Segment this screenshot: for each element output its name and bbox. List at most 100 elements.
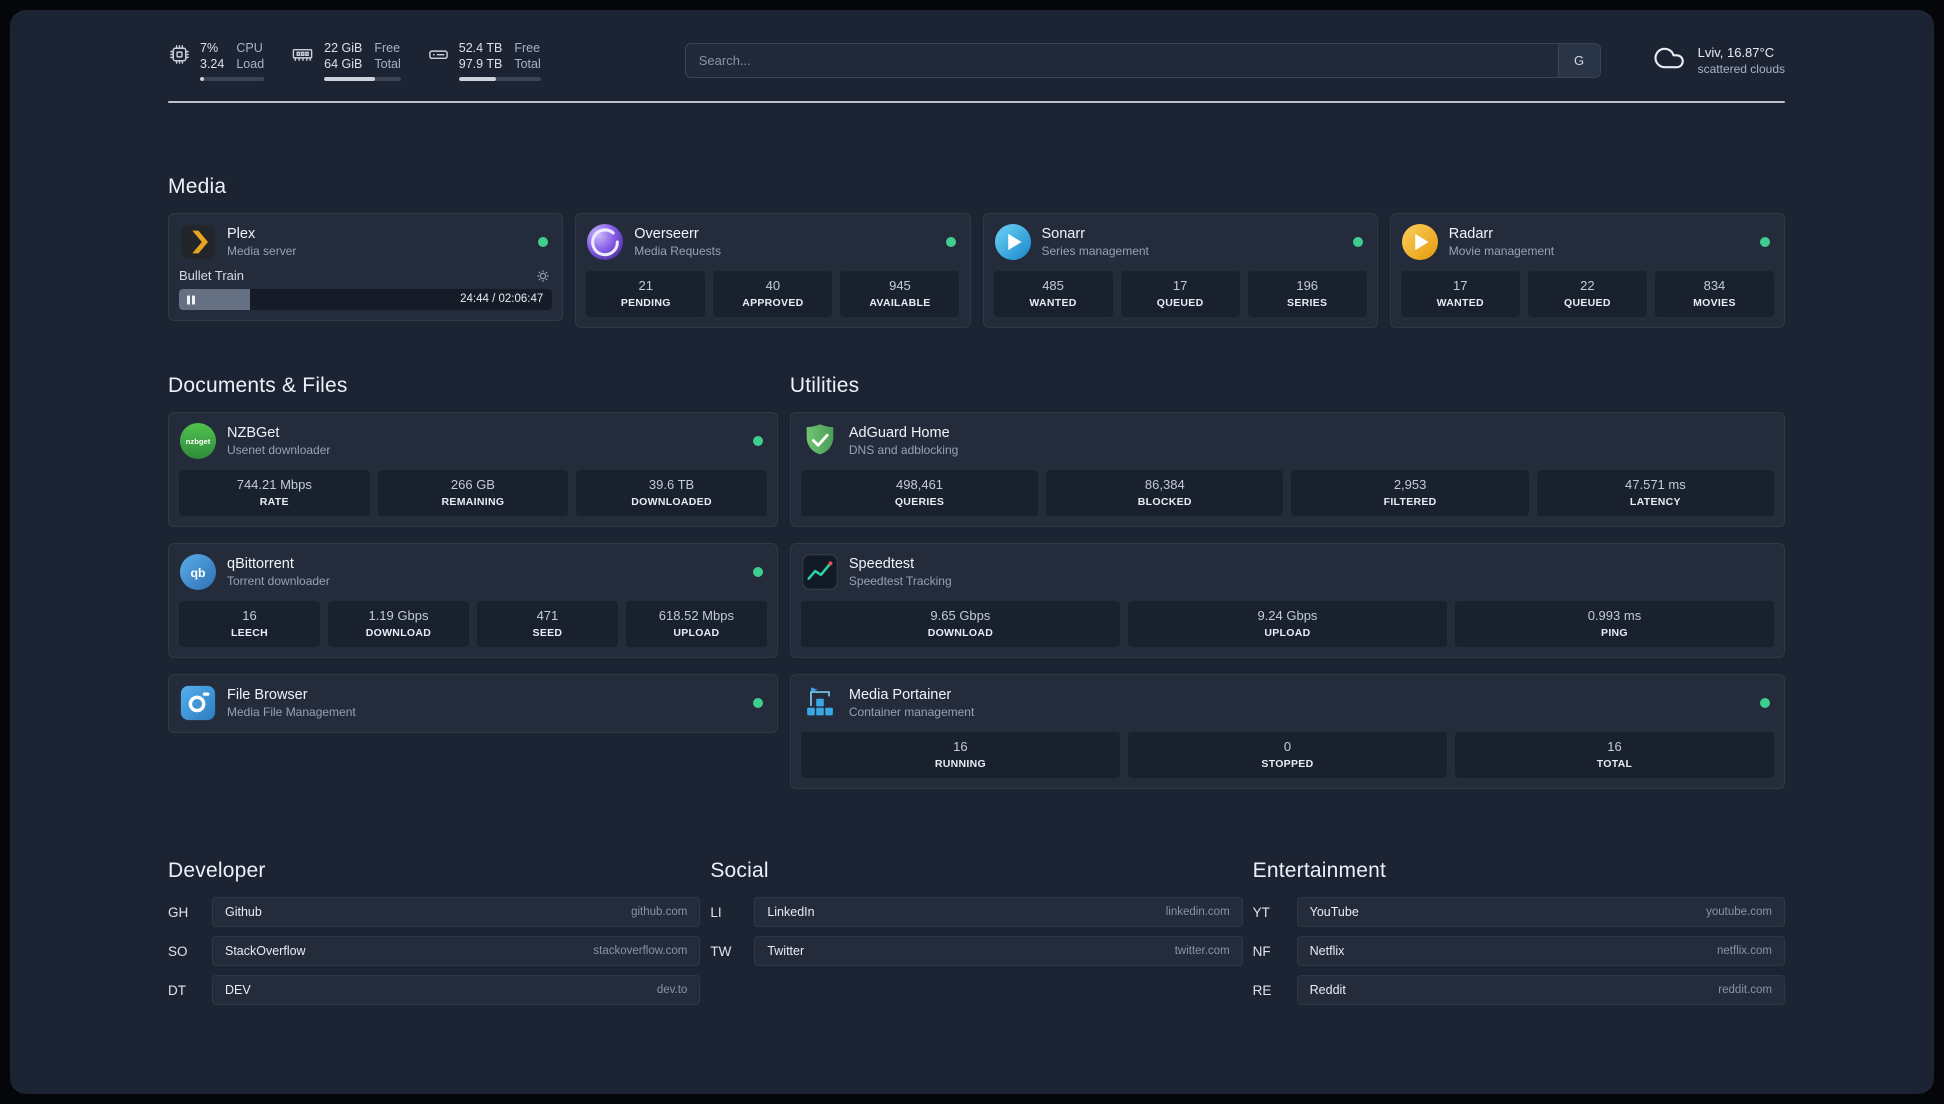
stat-box: 17 WANTED [1400,271,1520,317]
bookmark-name: StackOverflow [225,944,306,958]
service-card-adguard[interactable]: AdGuard Home DNS and adblocking 498,461 … [789,412,1785,527]
bookmark-twitter[interactable]: TW Twitter twitter.com [710,936,1243,966]
stat-value: 485 [1042,278,1064,293]
now-playing-title: Bullet Train [179,268,245,283]
service-name: AdGuard Home [848,425,950,441]
service-desc: Movie management [1448,244,1555,258]
stat-label: FILTERED [1383,496,1437,508]
disk-free-value: 52.4 TB [458,41,503,55]
stat-box: 0 STOPPED [1127,732,1447,778]
stat-box: 21 PENDING [586,271,706,317]
stat-box: 498,461 QUERIES [800,470,1039,516]
bookmark-dev[interactable]: DT DEV dev.to [168,975,701,1005]
service-card-sonarr[interactable]: Sonarr Series management 485 WANTED 17 Q… [982,213,1378,328]
service-desc: Media Requests [634,244,721,258]
stat-value: 17 [1453,278,1468,293]
stat-value: 16 [953,739,968,754]
bookmark-youtube[interactable]: YT YouTube youtube.com [1253,897,1785,927]
stat-label: STOPPED [1261,758,1314,770]
header: 7% 3.24 CPU Load 22 GiB 64 GiB Free Tota… [168,40,1785,81]
stat-box: 16 LEECH [179,601,320,647]
service-card-portainer[interactable]: Media Portainer Container management 16 … [789,674,1785,789]
stat-label: RUNNING [934,758,986,770]
stat-box: 471 SEED [476,601,618,647]
stat-value: 40 [765,278,781,293]
service-card-speedtest[interactable]: Speedtest Speedtest Tracking 9.65 Gbps D… [789,543,1785,658]
developer-section-title: Developer [168,859,266,882]
gear-icon[interactable] [536,269,550,283]
stat-value: 945 [889,278,911,293]
stat-box: 9.24 Gbps UPLOAD [1127,601,1447,647]
stat-value: 21 [638,278,654,293]
disk-icon [427,43,450,71]
service-card-plex[interactable]: Plex Media server Bullet Train 24:44 / 0… [168,213,564,321]
bookmark-abbr: TW [710,943,732,959]
service-desc: Container management [848,705,975,719]
bookmark-url: stackoverflow.com [593,945,688,957]
filebrowser-icon [179,684,217,722]
service-card-radarr[interactable]: Radarr Movie management 17 WANTED 22 QUE… [1389,213,1785,328]
search-input[interactable] [684,43,1601,78]
stat-label: UPLOAD [1264,627,1311,639]
bookmark-url: twitter.com [1174,945,1230,957]
bookmark-linkedin[interactable]: LI LinkedIn linkedin.com [710,897,1243,927]
stat-box: 16 RUNNING [800,732,1120,778]
cpu-load-label: Load [236,57,265,71]
stat-label: RATE [259,496,289,508]
pause-icon[interactable] [187,295,195,304]
bookmark-url: reddit.com [1718,984,1772,996]
cloud-icon [1651,41,1687,80]
portainer-icon [801,684,839,722]
stat-value: 9.24 Gbps [1257,608,1318,623]
sonarr-icon [994,223,1032,261]
svg-text:nzbget: nzbget [186,437,211,446]
dashboard-content: 7% 3.24 CPU Load 22 GiB 64 GiB Free Tota… [10,10,1934,1094]
stat-box: 618.52 Mbps UPLOAD [625,601,767,647]
status-online-dot [752,567,763,577]
stat-box: 485 WANTED [993,271,1113,317]
stat-label: AVAILABLE [869,297,931,309]
service-card-filebrowser[interactable]: File Browser Media File Management [168,674,778,733]
stat-value: 2,953 [1393,477,1427,492]
stat-label: QUEUED [1564,297,1611,309]
bookmark-netflix[interactable]: NF Netflix netflix.com [1253,936,1785,966]
stat-value: 9.65 Gbps [930,608,991,623]
service-card-qbittorrent[interactable]: qb qBittorrent Torrent downloader 16 LEE… [168,543,778,658]
bookmark-name: YouTube [1309,905,1359,919]
service-name: Speedtest [848,556,915,572]
service-card-overseerr[interactable]: Overseerr Media Requests 21 PENDING 40 A… [575,213,971,328]
playback-progress-bar: 24:44 / 02:06:47 [179,289,553,310]
media-section-title: Media [168,175,227,198]
bookmark-abbr: NF [1252,943,1271,959]
stat-label: WANTED [1029,297,1077,309]
stat-label: REMAINING [441,496,505,508]
stat-value: 266 GB [450,477,495,492]
documents-section-title: Documents & Files [168,374,348,397]
service-name: NZBGet [227,425,280,441]
stat-value: 834 [1703,278,1726,293]
bookmark-stackoverflow[interactable]: SO StackOverflow stackoverflow.com [168,936,701,966]
stat-label: MOVIES [1693,297,1736,309]
stat-box: 39.6 TB DOWNLOADED [576,470,767,516]
bookmark-github[interactable]: GH Github github.com [168,897,701,927]
weather-condition: scattered clouds [1697,62,1785,76]
stat-box: 1.19 Gbps DOWNLOAD [327,601,469,647]
stat-label: PENDING [620,297,671,309]
disk-free-label: Free [514,41,541,55]
service-card-nzbget[interactable]: nzbget NZBGet Usenet downloader 744.21 M… [168,412,778,527]
search-provider-button[interactable]: G [1557,44,1600,77]
stat-value: 1.19 Gbps [368,608,429,623]
service-name: Radarr [1448,226,1494,242]
stat-value: 196 [1296,278,1319,293]
memory-usage-bar [324,77,401,81]
stat-box: 0.993 ms PING [1454,601,1774,647]
stat-box: 834 MOVIES [1654,271,1774,317]
radarr-icon [1401,223,1439,261]
stat-label: BLOCKED [1137,496,1192,508]
documents-section: Documents & Files nzbget NZBGet Usenet d… [168,374,778,733]
service-name: Media Portainer [848,687,952,703]
bookmark-reddit[interactable]: RE Reddit reddit.com [1253,975,1785,1005]
stat-label: PING [1601,627,1628,639]
stat-box: 2,953 FILTERED [1291,470,1529,516]
bookmark-url: github.com [631,906,688,918]
